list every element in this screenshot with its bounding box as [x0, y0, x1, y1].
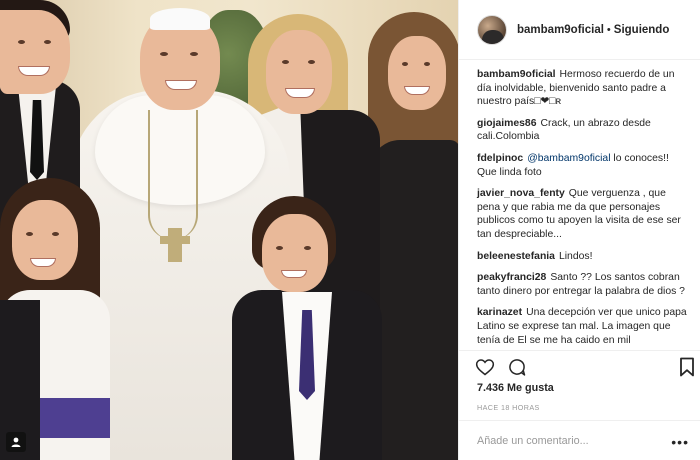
post-sidebar: bambam9oficial • Siguiendo bambam9oficia… [458, 0, 700, 460]
comment-item: peakyfranci28 Santo ?? Los santos cobran … [477, 271, 689, 298]
post-photo[interactable] [0, 0, 458, 460]
more-options-button[interactable]: ••• [671, 434, 689, 450]
comment-item: karinazet Una decepción ver que unico pap… [477, 306, 689, 347]
user-tag-icon[interactable] [6, 432, 26, 452]
comment-username[interactable]: karinazet [477, 307, 522, 318]
comment-item: fdelpinoc @bambam9oficial lo conoces!! Qu… [477, 152, 689, 179]
comment-text: Lindos! [558, 250, 593, 262]
comment-username[interactable]: fdelpinoc [477, 153, 523, 164]
comment-username[interactable]: peakyfranci28 [477, 272, 546, 283]
instagram-post: bambam9oficial • Siguiendo bambam9oficia… [0, 0, 700, 460]
like-count[interactable]: 7.436 Me gusta [477, 382, 554, 394]
avatar[interactable] [477, 14, 507, 45]
add-comment-bar: ••• [459, 420, 700, 460]
post-header: bambam9oficial • Siguiendo [459, 0, 700, 60]
comment-mention[interactable]: @bambam9oficial [527, 153, 610, 164]
post-actions [459, 350, 700, 380]
header-separator: • [606, 23, 611, 36]
post-timestamp[interactable]: HACE 18 HORAS [477, 403, 540, 412]
comment-username[interactable]: javier_nova_fenty [477, 188, 565, 199]
comment-item: giojaimes86 Crack, un abrazo desde cali.C… [477, 117, 689, 144]
header-username[interactable]: bambam9oficial [517, 24, 604, 36]
comment-caption: bambam9oficial Hermoso recuerdo de un día… [477, 68, 689, 109]
heart-icon[interactable] [475, 357, 495, 382]
following-button[interactable]: Siguiendo [614, 24, 670, 36]
comment-username[interactable]: beleenestefania [477, 251, 555, 262]
comment-icon[interactable] [507, 357, 527, 382]
comments-list[interactable]: bambam9oficial Hermoso recuerdo de un día… [459, 60, 700, 350]
comment-item: javier_nova_fenty Que verguenza , que pen… [477, 187, 689, 241]
comment-item: beleenestefania Lindos! [477, 250, 689, 264]
comment-input[interactable] [477, 434, 667, 447]
comment-username[interactable]: giojaimes86 [477, 118, 537, 129]
comment-username[interactable]: bambam9oficial [477, 69, 556, 80]
bookmark-icon[interactable] [679, 357, 695, 382]
